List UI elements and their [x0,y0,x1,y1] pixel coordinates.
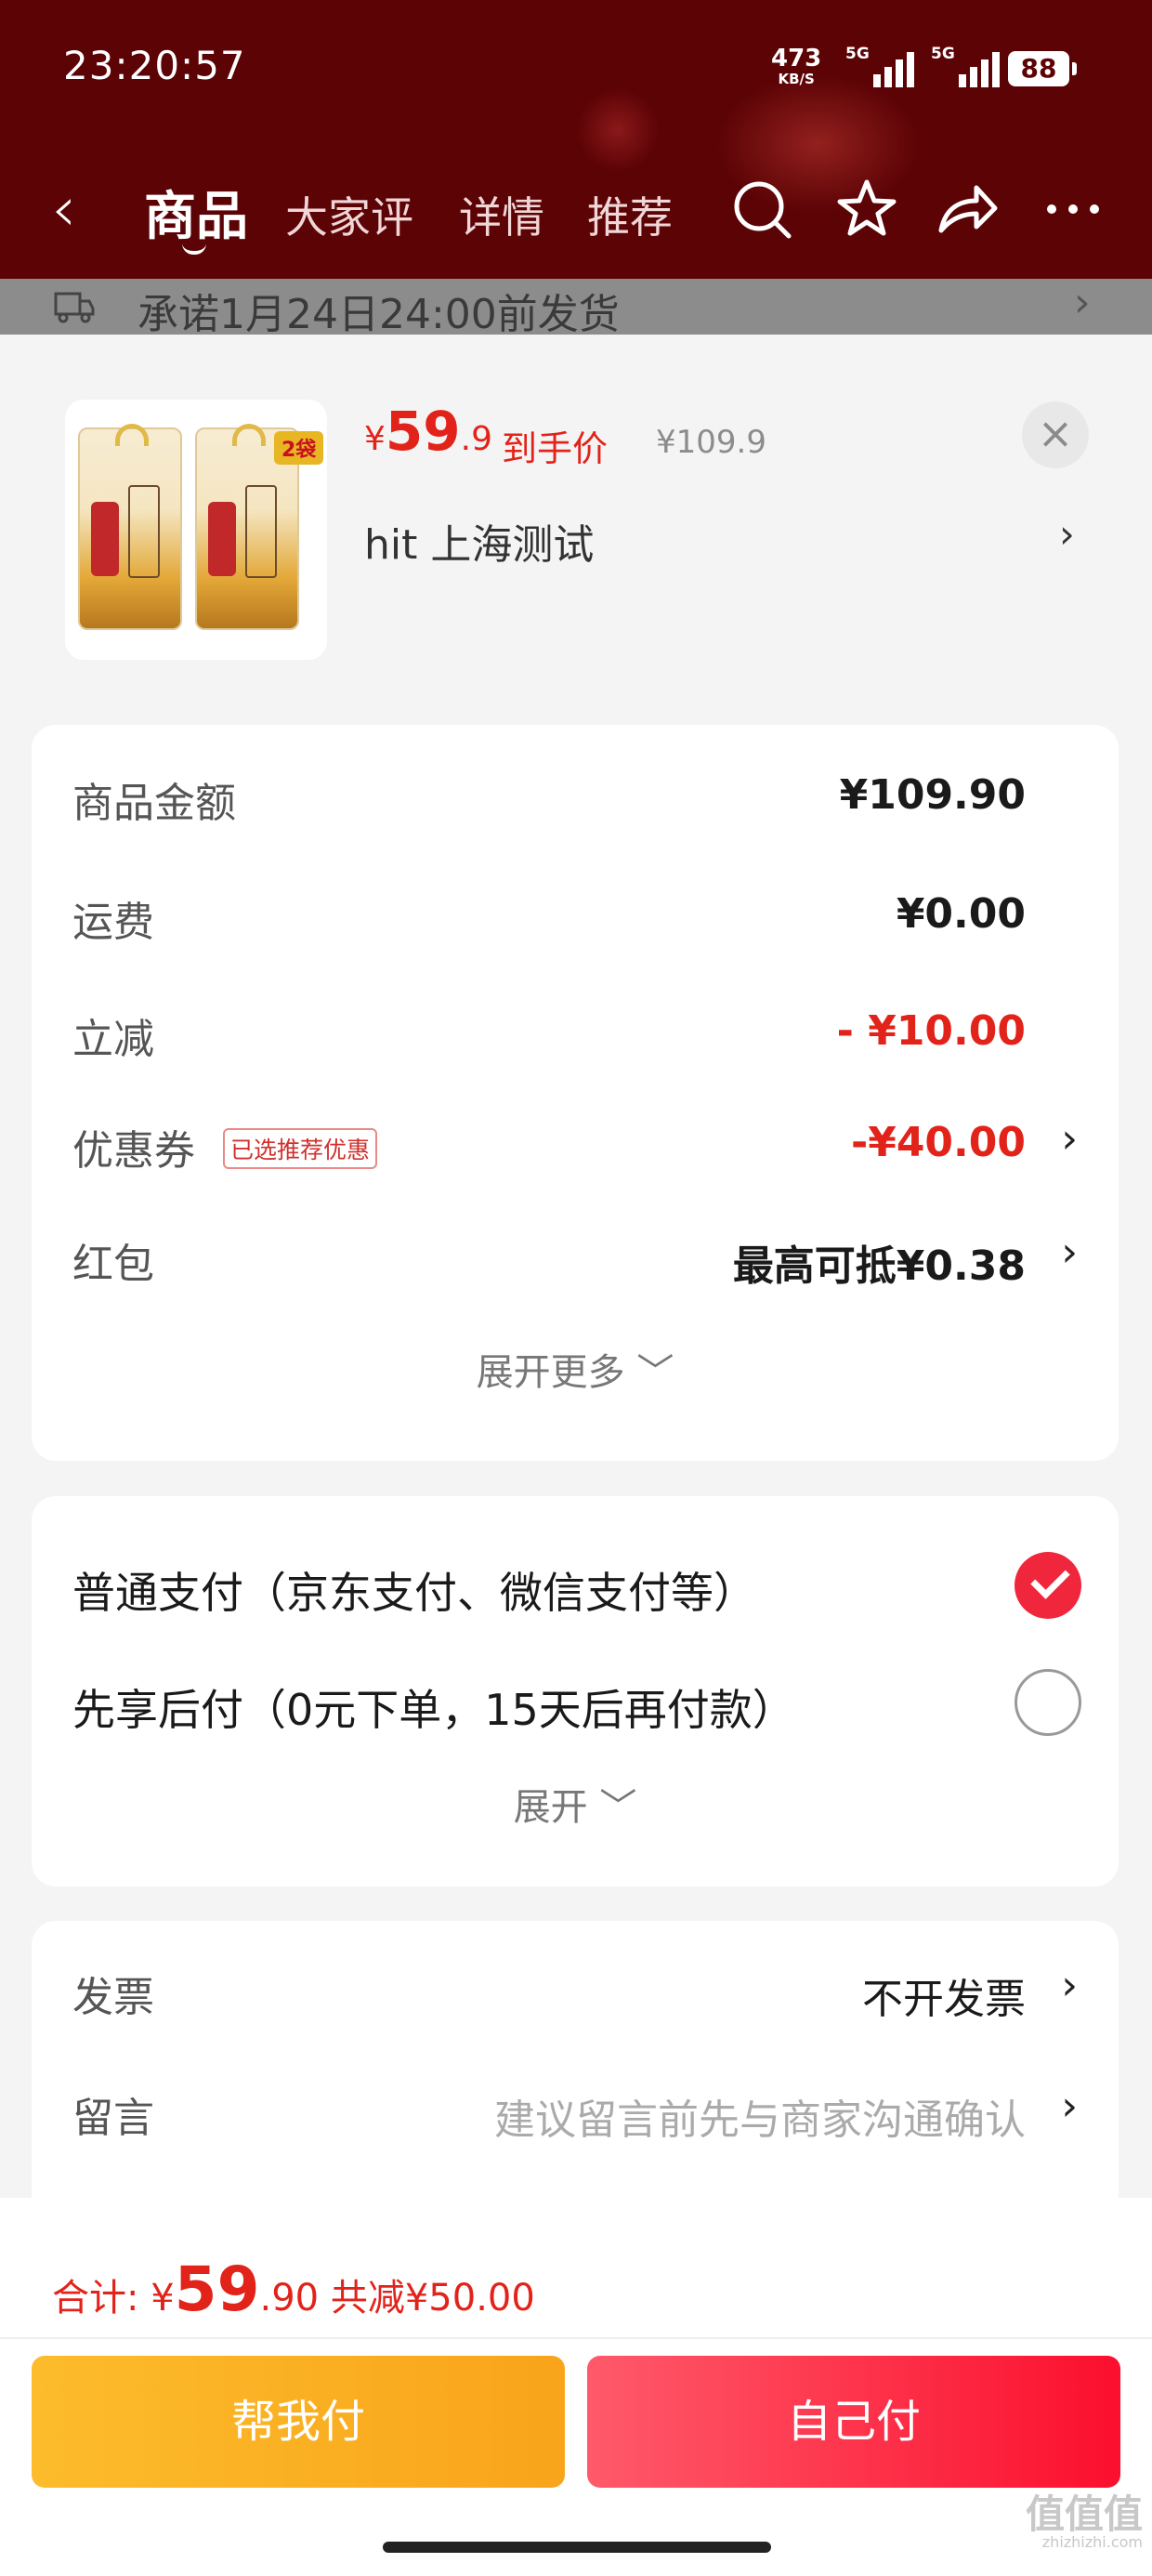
shipping-row: 运费 ¥0.00 [72,877,1078,952]
tab-details[interactable]: 详情 [459,184,544,245]
discount-value: - ¥10.00 [836,1007,1026,1055]
header: 23:20:57 473 KB/S 5G 5G 88 ‹ 商品 大家评 详情 推… [0,0,1152,293]
address-text[interactable]: hit 上海测试 [364,511,594,571]
discount-row: 立减 - ¥10.00 [72,994,1078,1069]
coupon-row[interactable]: 优惠券 已选推荐优惠 -¥40.00 › [72,1106,1078,1180]
coupon-value: -¥40.00 [850,1119,1026,1166]
payment-card: 普通支付（京东支付、微信支付等） 先享后付（0元下单，15天后再付款） 展开 ﹀ [32,1496,1119,1886]
total-symbol: ¥ [151,2277,175,2320]
product-image: 2袋 [65,400,327,660]
radio-unchecked-icon[interactable] [1015,1669,1081,1736]
expand-more-button[interactable]: 展开更多 ﹀ [32,1342,1119,1396]
quantity-badge: 2袋 [274,431,324,465]
chevron-right-icon[interactable]: › [1059,511,1075,557]
payment-option-later[interactable]: 先享后付（0元下单，15天后再付款） [72,1660,1081,1743]
more-icon[interactable] [1041,177,1106,242]
expand-payment-button[interactable]: 展开 ﹀ [32,1777,1119,1831]
star-icon[interactable] [834,177,899,242]
total-dec: .90 [259,2277,320,2320]
goods-amount-value: ¥109.90 [839,771,1026,819]
active-tab-indicator [182,243,206,255]
chevron-right-icon: › [1074,279,1091,326]
back-icon[interactable]: ‹ [51,178,76,242]
truck-icon [54,292,95,323]
chevron-right-icon: › [1061,1115,1078,1163]
self-pay-button[interactable]: 自己付 [587,2356,1120,2488]
coupon-label: 优惠券 [72,1127,195,1175]
status-bar: 23:20:57 473 KB/S 5G 5G 88 [0,0,1152,139]
invoice-row[interactable]: 发票 不开发票 › [72,1952,1078,2027]
message-label: 留言 [72,2095,154,2142]
watermark-main: 值值值 [1025,2491,1143,2537]
shipping-value: ¥0.00 [896,890,1026,938]
signal-label: 5G [845,45,870,63]
watermark-logo: 值值值 zhizhizhi.com [1026,2495,1143,2551]
invoice-label: 发票 [72,1974,154,2021]
chevron-right-icon: › [1061,1962,1078,2009]
price-label: 到手价 [502,428,609,469]
chevron-right-icon: › [1061,1229,1078,1276]
battery-icon: 88 [1008,51,1077,86]
home-indicator[interactable] [383,2542,771,2553]
tab-reviews[interactable]: 大家评 [285,184,413,245]
delivery-banner[interactable]: 承诺1月24日24:00前发货 › [0,279,1152,338]
tab-product[interactable]: 商品 [144,175,248,250]
net-speed-unit: KB/S [778,71,815,87]
tab-recommend[interactable]: 推荐 [587,184,673,245]
amount-card: 商品金额 ¥109.90 运费 ¥0.00 立减 - ¥10.00 优惠券 已选… [32,725,1119,1461]
total-label: 合计: [52,2277,139,2320]
total-summary: 合计: ¥59.90 共减¥50.00 [52,2254,535,2325]
red-packet-row[interactable]: 红包 最高可抵¥0.38 › [72,1219,1078,1294]
help-pay-button[interactable]: 帮我付 [32,2356,565,2488]
net-speed: 473 KB/S [771,46,821,89]
top-nav: ‹ 商品 大家评 详情 推荐 [0,167,1152,255]
shipping-label: 运费 [72,899,154,946]
payment-option-label: 普通支付（京东支付、微信支付等） [72,1568,756,1618]
message-input[interactable]: 建议留言前先与商家沟通确认 [494,2086,1026,2146]
red-packet-value: 最高可抵¥0.38 [732,1242,1026,1290]
price-int: 59 [385,400,461,463]
payment-option-normal[interactable]: 普通支付（京东支付、微信支付等） [72,1543,1081,1626]
goods-amount-row: 商品金额 ¥109.90 [72,758,1078,833]
checkout-bar: 合计: ¥59.90 共减¥50.00 帮我付 自己付 值值值 zhizhizh… [0,2198,1152,2576]
chevron-down-icon: ﹀ [599,1786,637,1829]
total-saved: 共减¥50.00 [330,2277,535,2320]
discount-label: 立减 [72,1016,154,1063]
expand-more-label: 展开更多 [476,1351,625,1394]
signal-icon: 5G [845,45,914,87]
red-packet-label: 红包 [72,1241,154,1288]
price-dec: .9 [460,420,492,458]
radio-checked-icon[interactable] [1015,1552,1081,1619]
watermark-sub: zhizhizhi.com [1041,2533,1143,2551]
original-price: ¥109.9 [656,424,766,461]
goods-amount-label: 商品金额 [72,780,236,827]
search-icon[interactable] [731,177,796,242]
final-price: ¥59.9 [364,400,492,463]
divider [0,2337,1152,2339]
total-int: 59 [174,2254,260,2325]
payment-option-label: 先享后付（0元下单，15天后再付款） [72,1685,795,1735]
coupon-tag: 已选推荐优惠 [223,1128,378,1169]
delivery-text: 承诺1月24日24:00前发货 [137,291,620,338]
price-symbol: ¥ [364,420,386,458]
status-time: 23:20:57 [63,43,246,88]
signal-label: 5G [931,45,955,63]
signal-icon: 5G [931,45,1000,87]
close-icon[interactable]: × [1022,401,1089,468]
rice-bag-image [78,424,182,630]
chevron-down-icon: ﹀ [636,1351,674,1394]
invoice-value: 不开发票 [862,1976,1026,2023]
expand-label: 展开 [513,1786,588,1829]
share-icon[interactable] [934,177,999,242]
message-row[interactable]: 留言 建议留言前先与商家沟通确认 › [72,2073,1078,2148]
chevron-right-icon: › [1061,2083,1078,2130]
